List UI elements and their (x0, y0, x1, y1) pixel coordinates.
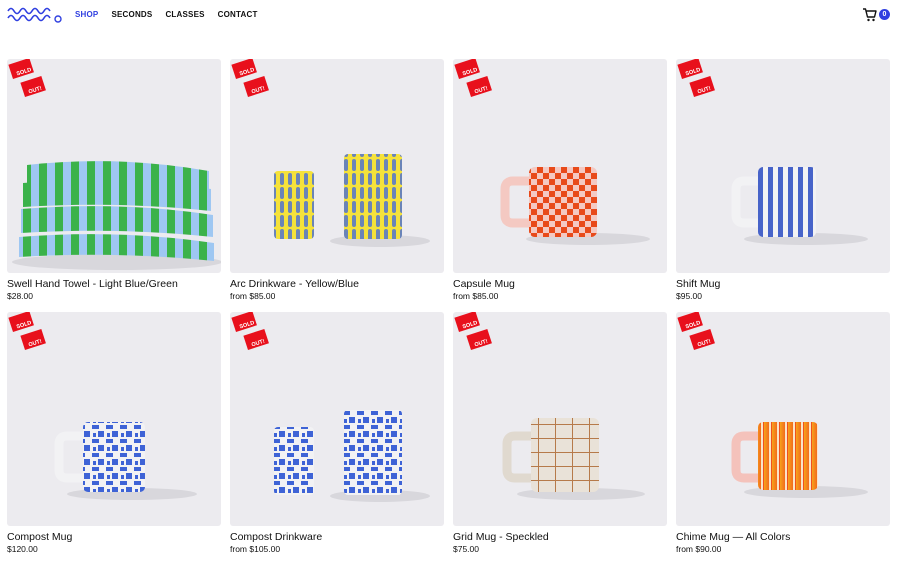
nav-contact[interactable]: CONTACT (218, 10, 258, 19)
cart-count-badge: 0 (879, 9, 890, 20)
product-price: from $85.00 (230, 291, 276, 301)
sold-out-badge: SOLD OUT! (231, 312, 269, 351)
product-name[interactable]: Grid Mug - Speckled (453, 531, 667, 544)
product-card[interactable]: SOLD OUT! Capsule Mug from $85.00 (453, 59, 667, 301)
product-image[interactable]: SOLD OUT! (453, 59, 667, 273)
product-price: $28.00 (7, 291, 33, 301)
sold-out-badge: SOLD OUT! (231, 59, 269, 98)
product-image[interactable]: SOLD OUT! (676, 312, 890, 526)
product-card[interactable]: SOLD OUT! Compost Drinkware from $105.00 (230, 312, 444, 554)
nav-classes[interactable]: CLASSES (165, 10, 204, 19)
product-name[interactable]: Shift Mug (676, 278, 890, 291)
product-card[interactable]: SOLD OUT! Arc Drinkware - Yellow/Blue fr… (230, 59, 444, 301)
product-image[interactable]: SOLD OUT! (7, 312, 221, 526)
product-name[interactable]: Compost Drinkware (230, 531, 444, 544)
product-name[interactable]: Compost Mug (7, 531, 221, 544)
sold-out-badge: SOLD OUT! (8, 312, 46, 351)
main-nav: SHOP SECONDS CLASSES CONTACT (75, 10, 258, 19)
product-name[interactable]: Arc Drinkware - Yellow/Blue (230, 278, 444, 291)
site-header: SHOP SECONDS CLASSES CONTACT 0 (0, 0, 897, 30)
sold-out-badge: SOLD OUT! (8, 59, 46, 98)
nav-seconds[interactable]: SECONDS (111, 10, 152, 19)
product-name[interactable]: Chime Mug — All Colors (676, 531, 890, 544)
product-card[interactable]: SOLD OUT! Swell Hand Towel - Light Blue/… (7, 59, 221, 301)
product-card[interactable]: SOLD OUT! Grid Mug - Speckled $75.00 (453, 312, 667, 554)
sold-out-badge: SOLD OUT! (454, 59, 492, 98)
product-price: from $85.00 (453, 291, 499, 301)
product-price: $75.00 (453, 544, 479, 554)
cart-button[interactable]: 0 (862, 7, 892, 23)
product-image[interactable]: SOLD OUT! (230, 312, 444, 526)
product-name[interactable]: Swell Hand Towel - Light Blue/Green (7, 278, 221, 291)
sold-out-badge: SOLD OUT! (454, 312, 492, 351)
product-card[interactable]: SOLD OUT! Shift Mug $95.00 (676, 59, 890, 301)
cart-icon (863, 8, 877, 22)
product-card[interactable]: SOLD OUT! Chime Mug — All Colors from $9… (676, 312, 890, 554)
product-image[interactable]: SOLD OUT! (676, 59, 890, 273)
product-image[interactable]: SOLD OUT! (7, 59, 221, 273)
product-price: $95.00 (676, 291, 702, 301)
product-card[interactable]: SOLD OUT! Compost Mug $120.00 (7, 312, 221, 554)
product-name[interactable]: Capsule Mug (453, 278, 667, 291)
product-price: from $90.00 (676, 544, 722, 554)
product-price: from $105.00 (230, 544, 281, 554)
product-price: $120.00 (7, 544, 38, 554)
sold-out-badge: SOLD OUT! (677, 312, 715, 351)
wavy-brand-logo-icon[interactable] (6, 5, 64, 24)
nav-shop[interactable]: SHOP (75, 10, 98, 19)
sold-out-badge: SOLD OUT! (677, 59, 715, 98)
product-image[interactable]: SOLD OUT! (230, 59, 444, 273)
product-image[interactable]: SOLD OUT! (453, 312, 667, 526)
